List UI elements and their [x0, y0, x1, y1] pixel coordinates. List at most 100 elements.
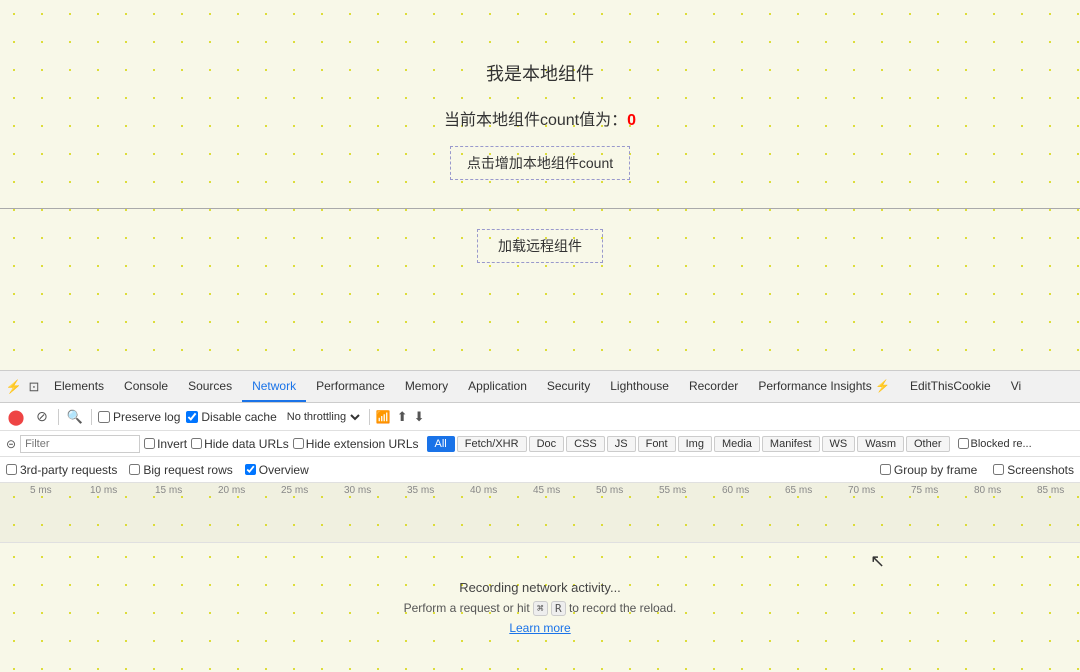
tab-sources[interactable]: Sources [178, 371, 242, 402]
filter-input[interactable] [20, 435, 140, 453]
filter-btn-wasm[interactable]: Wasm [857, 436, 904, 452]
tick-50ms: 50 ms [596, 485, 623, 496]
devtools-timeline: 5 ms 10 ms 15 ms 20 ms 25 ms 30 ms 35 ms… [0, 483, 1080, 543]
overview-text: Overview [259, 463, 309, 477]
toolbar-separator-3 [369, 409, 370, 425]
recording-text: Recording network activity... [459, 580, 621, 595]
hide-extension-urls-label[interactable]: Hide extension URLs [293, 437, 419, 451]
tick-85ms: 85 ms [1037, 485, 1064, 496]
main-content: 我是本地组件 当前本地组件count值为：0 点击增加本地组件count 加载远… [0, 0, 1080, 370]
tick-25ms: 25 ms [281, 485, 308, 496]
invert-label[interactable]: Invert [144, 437, 187, 451]
throttle-select[interactable]: No throttling [283, 410, 363, 424]
tab-lighthouse[interactable]: Lighthouse [600, 371, 679, 402]
tab-performance[interactable]: Performance [306, 371, 395, 402]
filter-btn-ws[interactable]: WS [822, 436, 856, 452]
screenshots-checkbox[interactable] [993, 464, 1004, 475]
hide-extension-urls-checkbox[interactable] [293, 438, 304, 449]
preserve-log-text: Preserve log [113, 410, 180, 424]
upload-icon[interactable]: ⬆ [397, 409, 408, 425]
group-by-frame-label[interactable]: Group by frame [880, 463, 977, 477]
tab-editthiscookie[interactable]: EditThisCookie [900, 371, 1001, 402]
filter-icon[interactable]: ⊝ [6, 437, 16, 451]
big-rows-checkbox[interactable] [129, 464, 140, 475]
load-remote-button[interactable]: 加载远程组件 [477, 229, 603, 263]
group-by-frame-text: Group by frame [894, 463, 977, 477]
big-rows-text: Big request rows [143, 463, 232, 477]
tab-vi[interactable]: Vi [1001, 371, 1031, 402]
tab-network[interactable]: Network [242, 371, 306, 402]
tab-recorder[interactable]: Recorder [679, 371, 748, 402]
increment-button[interactable]: 点击增加本地组件count [450, 146, 630, 180]
options-right: Group by frame Screenshots [880, 463, 1074, 477]
tab-memory[interactable]: Memory [395, 371, 458, 402]
tab-console[interactable]: Console [114, 371, 178, 402]
tick-10ms: 10 ms [90, 485, 117, 496]
group-by-frame-checkbox[interactable] [880, 464, 891, 475]
overview-label[interactable]: Overview [245, 463, 309, 477]
disable-cache-label[interactable]: Disable cache [186, 410, 276, 424]
tick-55ms: 55 ms [659, 485, 686, 496]
filter-btn-js[interactable]: JS [607, 436, 636, 452]
hide-data-urls-label[interactable]: Hide data URLs [191, 437, 289, 451]
tab-security[interactable]: Security [537, 371, 600, 402]
wifi-icon[interactable]: 📶 [376, 410, 391, 424]
devtools-filter-row: ⊝ Invert Hide data URLs Hide extension U… [0, 431, 1080, 457]
download-icon[interactable]: ⬇ [414, 409, 425, 425]
learn-more-link[interactable]: Learn more [509, 621, 570, 635]
third-party-checkbox[interactable] [6, 464, 17, 475]
toolbar-separator-2 [91, 409, 92, 425]
filter-btn-css[interactable]: CSS [566, 436, 605, 452]
tab-application[interactable]: Application [458, 371, 537, 402]
filter-btn-font[interactable]: Font [638, 436, 676, 452]
disable-cache-text: Disable cache [201, 410, 276, 424]
big-rows-label[interactable]: Big request rows [129, 463, 232, 477]
toolbar-separator-1 [58, 409, 59, 425]
blocked-checkbox[interactable] [958, 438, 969, 449]
tick-35ms: 35 ms [407, 485, 434, 496]
blocked-label[interactable]: Blocked re... [958, 438, 1032, 450]
local-component-title: 我是本地组件 [486, 60, 594, 86]
devtools-icon1[interactable]: ⚡ [4, 377, 24, 397]
third-party-label[interactable]: 3rd-party requests [6, 463, 117, 477]
section-divider [0, 208, 1080, 209]
filter-btn-doc[interactable]: Doc [529, 436, 565, 452]
tick-70ms: 70 ms [848, 485, 875, 496]
search-button[interactable]: 🔍 [65, 407, 85, 427]
hide-extension-urls-text: Hide extension URLs [306, 437, 419, 451]
filter-btn-fetch-xhr[interactable]: Fetch/XHR [457, 436, 527, 452]
disable-cache-checkbox[interactable] [186, 411, 198, 423]
tick-20ms: 20 ms [218, 485, 245, 496]
clear-button[interactable]: ⊘ [32, 407, 52, 427]
timeline-ticks: 5 ms 10 ms 15 ms 20 ms 25 ms 30 ms 35 ms… [0, 483, 1080, 542]
tick-5ms: 5 ms [30, 485, 52, 496]
shortcut-key: ⌘ [533, 601, 548, 616]
filter-type-buttons: All Fetch/XHR Doc CSS JS Font Img Media … [427, 436, 950, 452]
tab-perf-insights[interactable]: Performance Insights ⚡ [748, 371, 900, 402]
filter-btn-manifest[interactable]: Manifest [762, 436, 820, 452]
preserve-log-checkbox[interactable] [98, 411, 110, 423]
count-label: 当前本地组件count值为： [444, 112, 627, 129]
invert-checkbox[interactable] [144, 438, 155, 449]
tab-elements[interactable]: Elements [44, 371, 114, 402]
preserve-log-label[interactable]: Preserve log [98, 410, 180, 424]
filter-btn-other[interactable]: Other [906, 436, 950, 452]
overview-checkbox[interactable] [245, 464, 256, 475]
devtools-icon2[interactable]: ⊡ [24, 377, 44, 397]
hint-text2: to record the reload. [569, 601, 676, 615]
devtools-recording: Recording network activity... Perform a … [0, 543, 1080, 672]
third-party-text: 3rd-party requests [20, 463, 117, 477]
record-button[interactable]: ⬤ [6, 407, 26, 427]
tick-40ms: 40 ms [470, 485, 497, 496]
screenshots-text: Screenshots [1007, 463, 1074, 477]
filter-btn-all[interactable]: All [427, 436, 455, 452]
recording-hint: Perform a request or hit ⌘ R to record t… [404, 601, 677, 615]
count-display: 当前本地组件count值为：0 [444, 106, 636, 130]
hide-data-urls-checkbox[interactable] [191, 438, 202, 449]
filter-btn-img[interactable]: Img [678, 436, 712, 452]
screenshots-label[interactable]: Screenshots [993, 463, 1074, 477]
tick-80ms: 80 ms [974, 485, 1001, 496]
filter-btn-media[interactable]: Media [714, 436, 760, 452]
devtools-toolbar: ⬤ ⊘ 🔍 Preserve log Disable cache No thro… [0, 403, 1080, 431]
hide-data-urls-text: Hide data URLs [204, 437, 289, 451]
